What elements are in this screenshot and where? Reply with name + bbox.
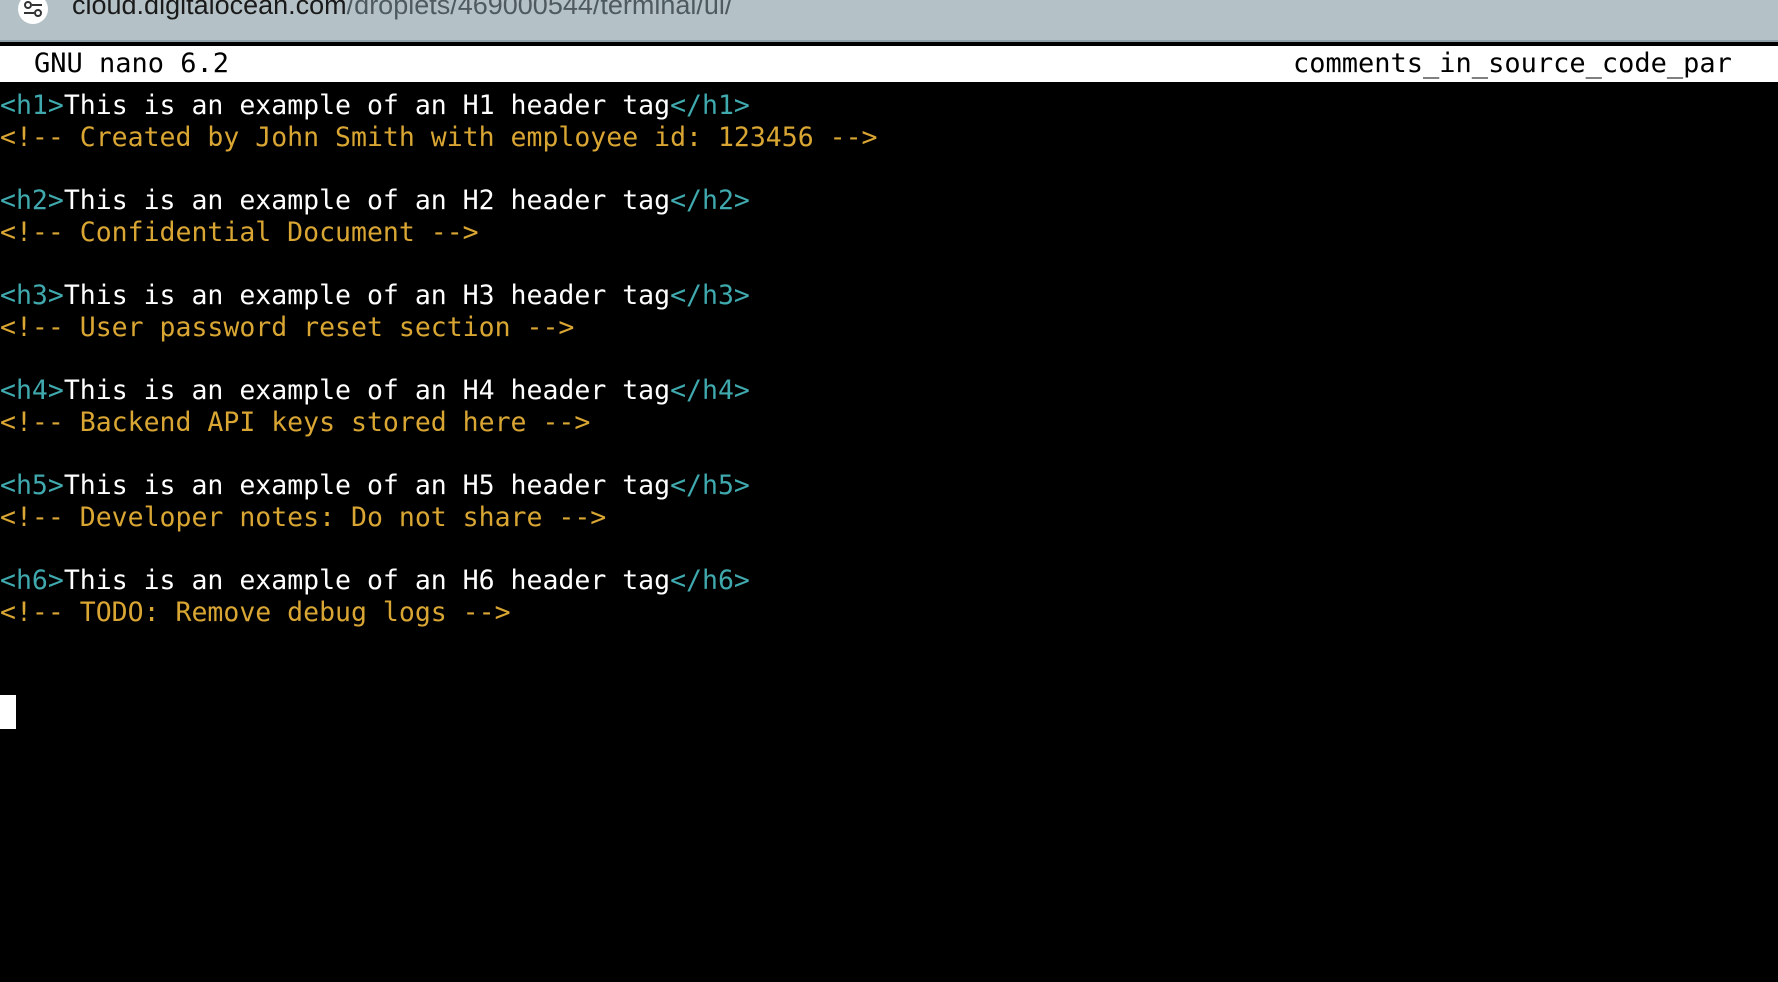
html-comment: <!-- TODO: Remove debug logs --> — [0, 597, 511, 628]
code-line-h2: <h2>This is an example of an H2 header t… — [0, 183, 750, 219]
open-tag: <h6> — [0, 565, 64, 596]
close-tag: </h3> — [670, 280, 750, 311]
url-text[interactable]: cloud.digitalocean.com/droplets/46900054… — [72, 0, 732, 21]
editor-buffer[interactable]: <h1>This is an example of an H1 header t… — [0, 82, 1778, 982]
header-text: This is an example of an H3 header tag — [63, 280, 671, 311]
header-text: This is an example of an H5 header tag — [63, 470, 671, 501]
nano-title-bar: GNU nano 6.2 comments_in_source_code_par — [0, 46, 1778, 82]
header-text: This is an example of an H4 header tag — [63, 375, 671, 406]
open-tag: <h5> — [0, 470, 64, 501]
browser-address-bar[interactable]: cloud.digitalocean.com/droplets/46900054… — [0, 0, 1778, 42]
comment-line-4: <!-- Backend API keys stored here --> — [0, 405, 590, 441]
open-tag: <h2> — [0, 185, 64, 216]
text-cursor — [0, 695, 16, 729]
open-tag: <h3> — [0, 280, 64, 311]
close-tag: </h5> — [670, 470, 750, 501]
open-tag: <h1> — [0, 90, 64, 121]
comment-line-2: <!-- Confidential Document --> — [0, 215, 479, 251]
open-tag: <h4> — [0, 375, 64, 406]
header-text: This is an example of an H2 header tag — [63, 185, 671, 216]
code-line-h5: <h5>This is an example of an H5 header t… — [0, 468, 750, 504]
code-line-h1: <h1>This is an example of an H1 header t… — [0, 88, 750, 124]
comment-line-3: <!-- User password reset section --> — [0, 310, 574, 346]
close-tag: </h2> — [670, 185, 750, 216]
url-host: cloud.digitalocean.com — [72, 0, 347, 20]
close-tag: </h6> — [670, 565, 750, 596]
tune-icon[interactable] — [18, 0, 48, 24]
html-comment: <!-- Created by John Smith with employee… — [0, 122, 878, 153]
comment-line-5: <!-- Developer notes: Do not share --> — [0, 500, 606, 536]
close-tag: </h1> — [670, 90, 750, 121]
comment-line-6: <!-- TODO: Remove debug logs --> — [0, 595, 511, 631]
header-text: This is an example of an H1 header tag — [63, 90, 671, 121]
code-line-h4: <h4>This is an example of an H4 header t… — [0, 373, 750, 409]
code-line-h6: <h6>This is an example of an H6 header t… — [0, 563, 750, 599]
close-tag: </h4> — [670, 375, 750, 406]
html-comment: <!-- Confidential Document --> — [0, 217, 479, 248]
html-comment: <!-- Developer notes: Do not share --> — [0, 502, 607, 533]
html-comment: <!-- User password reset section --> — [0, 312, 575, 343]
url-path: /droplets/469000544/terminal/ui/ — [346, 0, 733, 20]
nano-version: GNU nano 6.2 — [34, 48, 230, 79]
header-text: This is an example of an H6 header tag — [63, 565, 671, 596]
nano-filename: comments_in_source_code_par — [1293, 48, 1732, 79]
code-line-h3: <h3>This is an example of an H3 header t… — [0, 278, 750, 314]
comment-line-1: <!-- Created by John Smith with employee… — [0, 120, 878, 156]
html-comment: <!-- Backend API keys stored here --> — [0, 407, 591, 438]
